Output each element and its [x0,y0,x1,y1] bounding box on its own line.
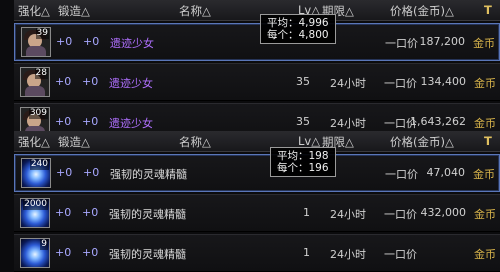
enhance-value: +0 [55,246,72,259]
trade-type: 一口价 [384,208,417,221]
price-value: 134,400 [420,75,467,88]
tooltip-each: 每个：4,800 [267,29,329,41]
table-row[interactable]: 28 +0 +0 遗迹少女 35 24小时 一口价 134,400 金币 [14,63,500,101]
price-value: 432,000 [420,206,467,219]
level-value: 1 [303,206,310,219]
price-tooltip: 平均：198 每个：196 [270,147,336,177]
tooltip-average: 平均：4,996 [267,17,329,29]
auction-table-soul-essence: 强化△ 锻造△ 名称△ Lv△ 期限△ 价格(金币)△ T 240 +0 +0 … [14,131,500,272]
currency-label: 金币 [473,37,495,50]
item-name: 强韧的灵魂精髓 [109,208,186,221]
sort-name-header[interactable]: 名称△ [179,134,211,150]
sort-enhance-header[interactable]: 强化△ [18,134,50,150]
soul-essence-icon: 9 [20,238,50,268]
stack-count: 2000 [23,199,48,210]
forge-value: +0 [83,166,100,179]
price-value: 47,040 [426,166,466,179]
enhance-value: +0 [56,35,73,48]
price-tooltip: 平均：4,996 每个：4,800 [260,14,336,44]
auction-screen: 强化△ 锻造△ 名称△ Lv△ 期限△ 价格(金币)△ T 39 +0 +0 遗… [0,0,500,272]
stack-count: 28 [34,68,48,79]
sort-enhance-header[interactable]: 强化△ [18,3,50,19]
forge-value: +0 [83,35,100,48]
table-row[interactable]: 240 +0 +0 强韧的灵魂精髓 一口价 47,040 金币 [14,154,500,192]
period-value: 24小时 [330,248,366,261]
currency-label: 金币 [474,248,496,261]
price-value: 187,200 [419,35,466,48]
currency-label: 金币 [474,208,496,221]
table-header: 强化△ 锻造△ 名称△ Lv△ 期限△ 价格(金币)△ T [14,0,500,21]
stack-count: 9 [40,239,48,250]
trade-type: 一口价 [385,168,418,181]
item-name: 遗迹少女 [110,37,154,50]
level-value: 35 [296,115,310,128]
table-row[interactable]: 39 +0 +0 遗迹少女 一口价 187,200 金币 [14,23,500,61]
relic-girl-icon: 28 [20,67,50,97]
sort-forge-header[interactable]: 锻造△ [58,3,90,19]
stack-count: 309 [28,108,48,119]
enhance-value: +0 [55,75,72,88]
auction-table-girls: 强化△ 锻造△ 名称△ Lv△ 期限△ 价格(金币)△ T 39 +0 +0 遗… [14,0,500,141]
sort-price-header[interactable]: 价格(金币)△ [390,3,454,19]
currency-label: 金币 [474,117,496,130]
forge-value: +0 [82,75,99,88]
trade-type: 一口价 [384,77,417,90]
tooltip-each: 每个：196 [277,162,329,174]
enhance-value: +0 [55,206,72,219]
currency-label: 金币 [474,77,496,90]
enhance-value: +0 [56,166,73,179]
table-row[interactable]: 9 +0 +0 强韧的灵魂精髓 1 24小时 一口价 金币 [14,234,500,272]
forge-value: +0 [82,115,99,128]
soul-essence-icon: 240 [21,158,51,188]
price-value: 1,643,262 [410,115,466,128]
sort-price-header[interactable]: 价格(金币)△ [390,134,454,150]
level-value: 1 [303,246,310,259]
relic-girl-icon: 39 [21,27,51,57]
trade-type: 一口价 [385,37,418,50]
sort-forge-header[interactable]: 锻造△ [58,134,90,150]
level-value: 35 [296,75,310,88]
item-name: 强韧的灵魂精髓 [110,168,187,181]
item-name: 遗迹少女 [109,117,153,130]
stack-count: 240 [29,159,49,170]
sort-level-header[interactable]: Lv△ [298,134,320,148]
table-header: 强化△ 锻造△ 名称△ Lv△ 期限△ 价格(金币)△ T [14,131,500,152]
enhance-value: +0 [55,115,72,128]
forge-value: +0 [82,206,99,219]
currency-label: 金币 [473,168,495,181]
stack-count: 39 [35,28,49,39]
soul-essence-icon: 2000 [20,198,50,228]
tooltip-average: 平均：198 [277,150,329,162]
sort-name-header[interactable]: 名称△ [179,3,211,19]
item-name: 遗迹少女 [109,77,153,90]
table-row[interactable]: 2000 +0 +0 强韧的灵魂精髓 1 24小时 一口价 432,000 金币 [14,194,500,232]
pin-icon[interactable]: T [484,134,492,148]
trade-type: 一口价 [384,248,417,261]
period-value: 24小时 [330,117,366,130]
forge-value: +0 [82,246,99,259]
item-name: 强韧的灵魂精髓 [109,248,186,261]
period-value: 24小时 [330,208,366,221]
pin-icon[interactable]: T [484,3,492,17]
period-value: 24小时 [330,77,366,90]
